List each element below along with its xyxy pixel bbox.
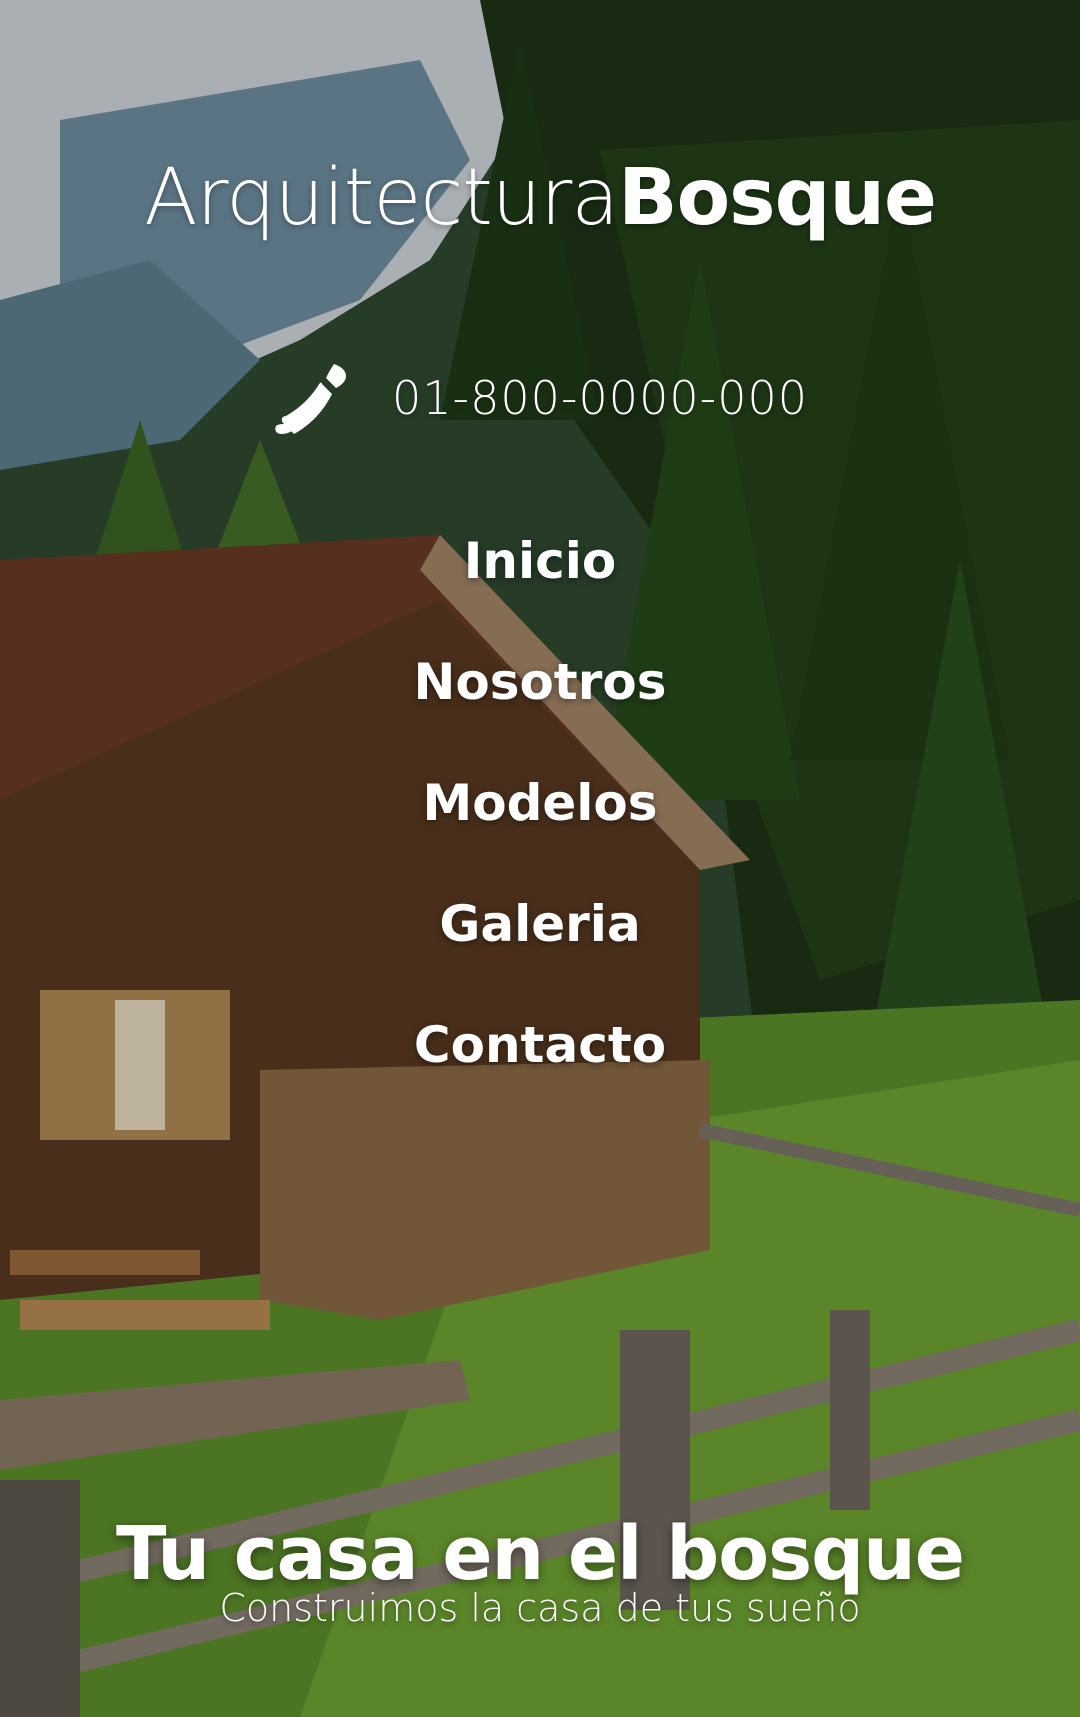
nav-link-modelos[interactable]: Modelos [422,774,657,832]
nav-link-inicio[interactable]: Inicio [464,532,616,590]
nav-item-nosotros: Nosotros [0,621,1080,742]
phone-contact[interactable]: 01-800-0000-000 [0,358,1080,438]
nav-item-contacto: Contacto [0,984,1080,1105]
main-nav: Inicio Nosotros Modelos Galeria Contacto [0,500,1080,1105]
logo-bold-text: Bosque [618,153,937,243]
phone-number: 01-800-0000-000 [392,371,808,425]
logo-light-text: Arquitectura [144,153,619,243]
hero-title: Tu casa en el bosque [116,1510,965,1597]
nav-item-modelos: Modelos [0,742,1080,863]
hero-section: ArquitecturaBosque 01-800-0000-000 Inici… [0,0,1080,1717]
nav-item-galeria: Galeria [0,863,1080,984]
hero-subtitle: Construimos la casa de tus sueño [219,1586,861,1630]
nav-link-contacto[interactable]: Contacto [414,1016,666,1074]
site-logo[interactable]: ArquitecturaBosque [0,152,1080,244]
nav-item-inicio: Inicio [0,500,1080,621]
nav-link-galeria[interactable]: Galeria [439,895,640,953]
nav-link-nosotros[interactable]: Nosotros [414,653,667,711]
phone-icon [275,364,346,434]
